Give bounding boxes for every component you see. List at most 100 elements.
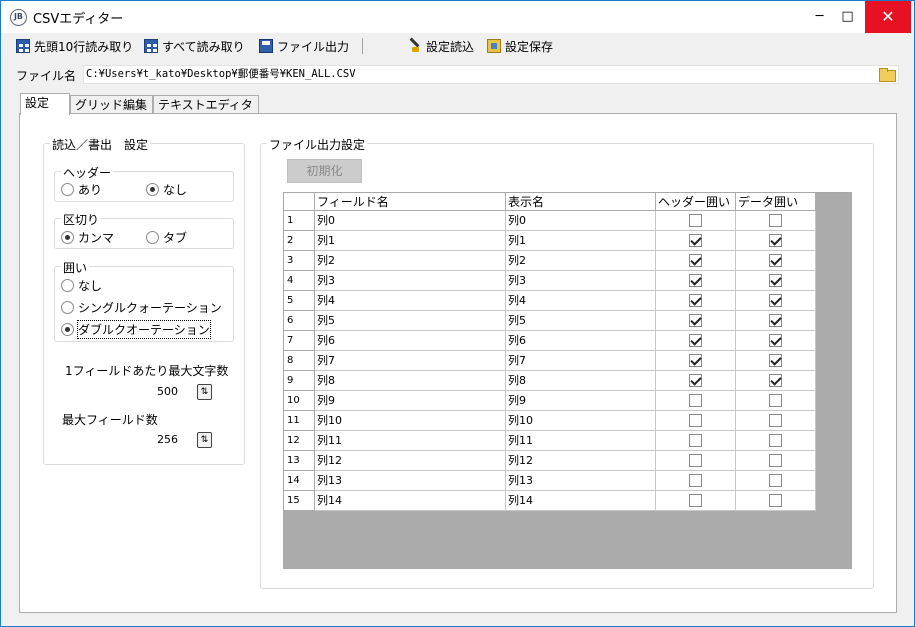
display-name-cell[interactable]: 列2 bbox=[506, 251, 656, 271]
field-name-cell[interactable]: 列6 bbox=[315, 331, 506, 351]
header-quote-checkbox[interactable] bbox=[689, 294, 702, 307]
close-button[interactable]: ✕ bbox=[865, 1, 911, 33]
display-name-cell[interactable]: 列3 bbox=[506, 271, 656, 291]
header-quote-checkbox[interactable] bbox=[689, 374, 702, 387]
quote-none-radio[interactable]: なし bbox=[61, 277, 102, 294]
header-quote-checkbox[interactable] bbox=[689, 494, 702, 507]
row-number[interactable]: 7 bbox=[284, 331, 315, 351]
header-quote-checkbox[interactable] bbox=[689, 254, 702, 267]
header-quote-checkbox[interactable] bbox=[689, 234, 702, 247]
data-quote-checkbox[interactable] bbox=[769, 334, 782, 347]
folder-open-icon[interactable] bbox=[878, 67, 896, 82]
data-quote-checkbox[interactable] bbox=[769, 494, 782, 507]
row-number[interactable]: 14 bbox=[284, 471, 315, 491]
header-no-radio[interactable]: なし bbox=[146, 181, 187, 198]
data-quote-checkbox[interactable] bbox=[769, 314, 782, 327]
data-quote-checkbox[interactable] bbox=[769, 434, 782, 447]
col-header-field-name[interactable]: フィールド名 bbox=[315, 193, 506, 211]
row-number[interactable]: 12 bbox=[284, 431, 315, 451]
display-name-cell[interactable]: 列4 bbox=[506, 291, 656, 311]
field-name-cell[interactable]: 列8 bbox=[315, 371, 506, 391]
spin-arrows-icon[interactable]: ⇅ bbox=[197, 432, 212, 448]
quote-double-radio[interactable]: ダブルクオーテーション bbox=[61, 320, 211, 339]
data-quote-checkbox[interactable] bbox=[769, 274, 782, 287]
reset-button[interactable]: 初期化 bbox=[287, 159, 362, 183]
data-quote-checkbox[interactable] bbox=[769, 294, 782, 307]
field-name-cell[interactable]: 列1 bbox=[315, 231, 506, 251]
header-quote-checkbox[interactable] bbox=[689, 434, 702, 447]
field-name-cell[interactable]: 列5 bbox=[315, 311, 506, 331]
read-first-10-button[interactable]: 先頭10行読み取り bbox=[16, 37, 133, 55]
header-quote-checkbox[interactable] bbox=[689, 334, 702, 347]
display-name-cell[interactable]: 列0 bbox=[506, 211, 656, 231]
load-settings-button[interactable]: 設定読込 bbox=[408, 37, 474, 55]
row-number[interactable]: 11 bbox=[284, 411, 315, 431]
header-quote-checkbox[interactable] bbox=[689, 454, 702, 467]
header-quote-checkbox[interactable] bbox=[689, 274, 702, 287]
row-number[interactable]: 9 bbox=[284, 371, 315, 391]
row-number[interactable]: 8 bbox=[284, 351, 315, 371]
field-name-cell[interactable]: 列9 bbox=[315, 391, 506, 411]
display-name-cell[interactable]: 列5 bbox=[506, 311, 656, 331]
maximize-button[interactable]: □ bbox=[825, 1, 870, 33]
data-quote-checkbox[interactable] bbox=[769, 254, 782, 267]
field-name-cell[interactable]: 列12 bbox=[315, 451, 506, 471]
max-fields-stepper[interactable]: 256 ⇅ bbox=[155, 431, 213, 449]
delimiter-comma-radio[interactable]: カンマ bbox=[61, 229, 114, 246]
data-quote-checkbox[interactable] bbox=[769, 354, 782, 367]
data-quote-checkbox[interactable] bbox=[769, 454, 782, 467]
row-number[interactable]: 5 bbox=[284, 291, 315, 311]
field-name-cell[interactable]: 列14 bbox=[315, 491, 506, 511]
quote-single-radio[interactable]: シングルクォーテーション bbox=[61, 299, 222, 316]
display-name-cell[interactable]: 列8 bbox=[506, 371, 656, 391]
data-quote-checkbox[interactable] bbox=[769, 414, 782, 427]
field-name-cell[interactable]: 列11 bbox=[315, 431, 506, 451]
file-export-button[interactable]: ファイル出力 bbox=[259, 37, 349, 55]
file-path-input[interactable]: C:¥Users¥t_kato¥Desktop¥郵便番号¥KEN_ALL.CSV bbox=[83, 65, 899, 84]
display-name-cell[interactable]: 列9 bbox=[506, 391, 656, 411]
read-all-button[interactable]: すべて読み取り bbox=[144, 37, 245, 55]
row-number[interactable]: 4 bbox=[284, 271, 315, 291]
row-number[interactable]: 6 bbox=[284, 311, 315, 331]
header-quote-checkbox[interactable] bbox=[689, 354, 702, 367]
data-quote-checkbox[interactable] bbox=[769, 214, 782, 227]
field-name-cell[interactable]: 列2 bbox=[315, 251, 506, 271]
header-quote-checkbox[interactable] bbox=[689, 214, 702, 227]
header-quote-checkbox[interactable] bbox=[689, 414, 702, 427]
display-name-cell[interactable]: 列12 bbox=[506, 451, 656, 471]
delimiter-tab-radio[interactable]: タブ bbox=[146, 229, 187, 246]
data-quote-checkbox[interactable] bbox=[769, 474, 782, 487]
field-name-cell[interactable]: 列3 bbox=[315, 271, 506, 291]
field-name-cell[interactable]: 列0 bbox=[315, 211, 506, 231]
display-name-cell[interactable]: 列10 bbox=[506, 411, 656, 431]
field-name-cell[interactable]: 列13 bbox=[315, 471, 506, 491]
header-quote-checkbox[interactable] bbox=[689, 474, 702, 487]
row-number[interactable]: 1 bbox=[284, 211, 315, 231]
row-number[interactable]: 3 bbox=[284, 251, 315, 271]
display-name-cell[interactable]: 列13 bbox=[506, 471, 656, 491]
spin-arrows-icon[interactable]: ⇅ bbox=[197, 384, 212, 400]
field-name-cell[interactable]: 列4 bbox=[315, 291, 506, 311]
row-number[interactable]: 10 bbox=[284, 391, 315, 411]
data-quote-checkbox[interactable] bbox=[769, 234, 782, 247]
col-header-data-quote[interactable]: データ囲い bbox=[736, 193, 816, 211]
field-name-cell[interactable]: 列7 bbox=[315, 351, 506, 371]
header-yes-radio[interactable]: あり bbox=[61, 181, 102, 198]
display-name-cell[interactable]: 列6 bbox=[506, 331, 656, 351]
display-name-cell[interactable]: 列7 bbox=[506, 351, 656, 371]
tab-settings[interactable]: 設定 bbox=[20, 93, 70, 115]
row-number[interactable]: 2 bbox=[284, 231, 315, 251]
header-quote-checkbox[interactable] bbox=[689, 314, 702, 327]
header-quote-checkbox[interactable] bbox=[689, 394, 702, 407]
row-number[interactable]: 15 bbox=[284, 491, 315, 511]
col-header-header-quote[interactable]: ヘッダー囲い bbox=[656, 193, 736, 211]
row-number[interactable]: 13 bbox=[284, 451, 315, 471]
save-settings-button[interactable]: 設定保存 bbox=[487, 37, 553, 55]
display-name-cell[interactable]: 列14 bbox=[506, 491, 656, 511]
data-quote-checkbox[interactable] bbox=[769, 394, 782, 407]
display-name-cell[interactable]: 列11 bbox=[506, 431, 656, 451]
field-name-cell[interactable]: 列10 bbox=[315, 411, 506, 431]
max-chars-stepper[interactable]: 500 ⇅ bbox=[155, 383, 213, 401]
display-name-cell[interactable]: 列1 bbox=[506, 231, 656, 251]
data-quote-checkbox[interactable] bbox=[769, 374, 782, 387]
